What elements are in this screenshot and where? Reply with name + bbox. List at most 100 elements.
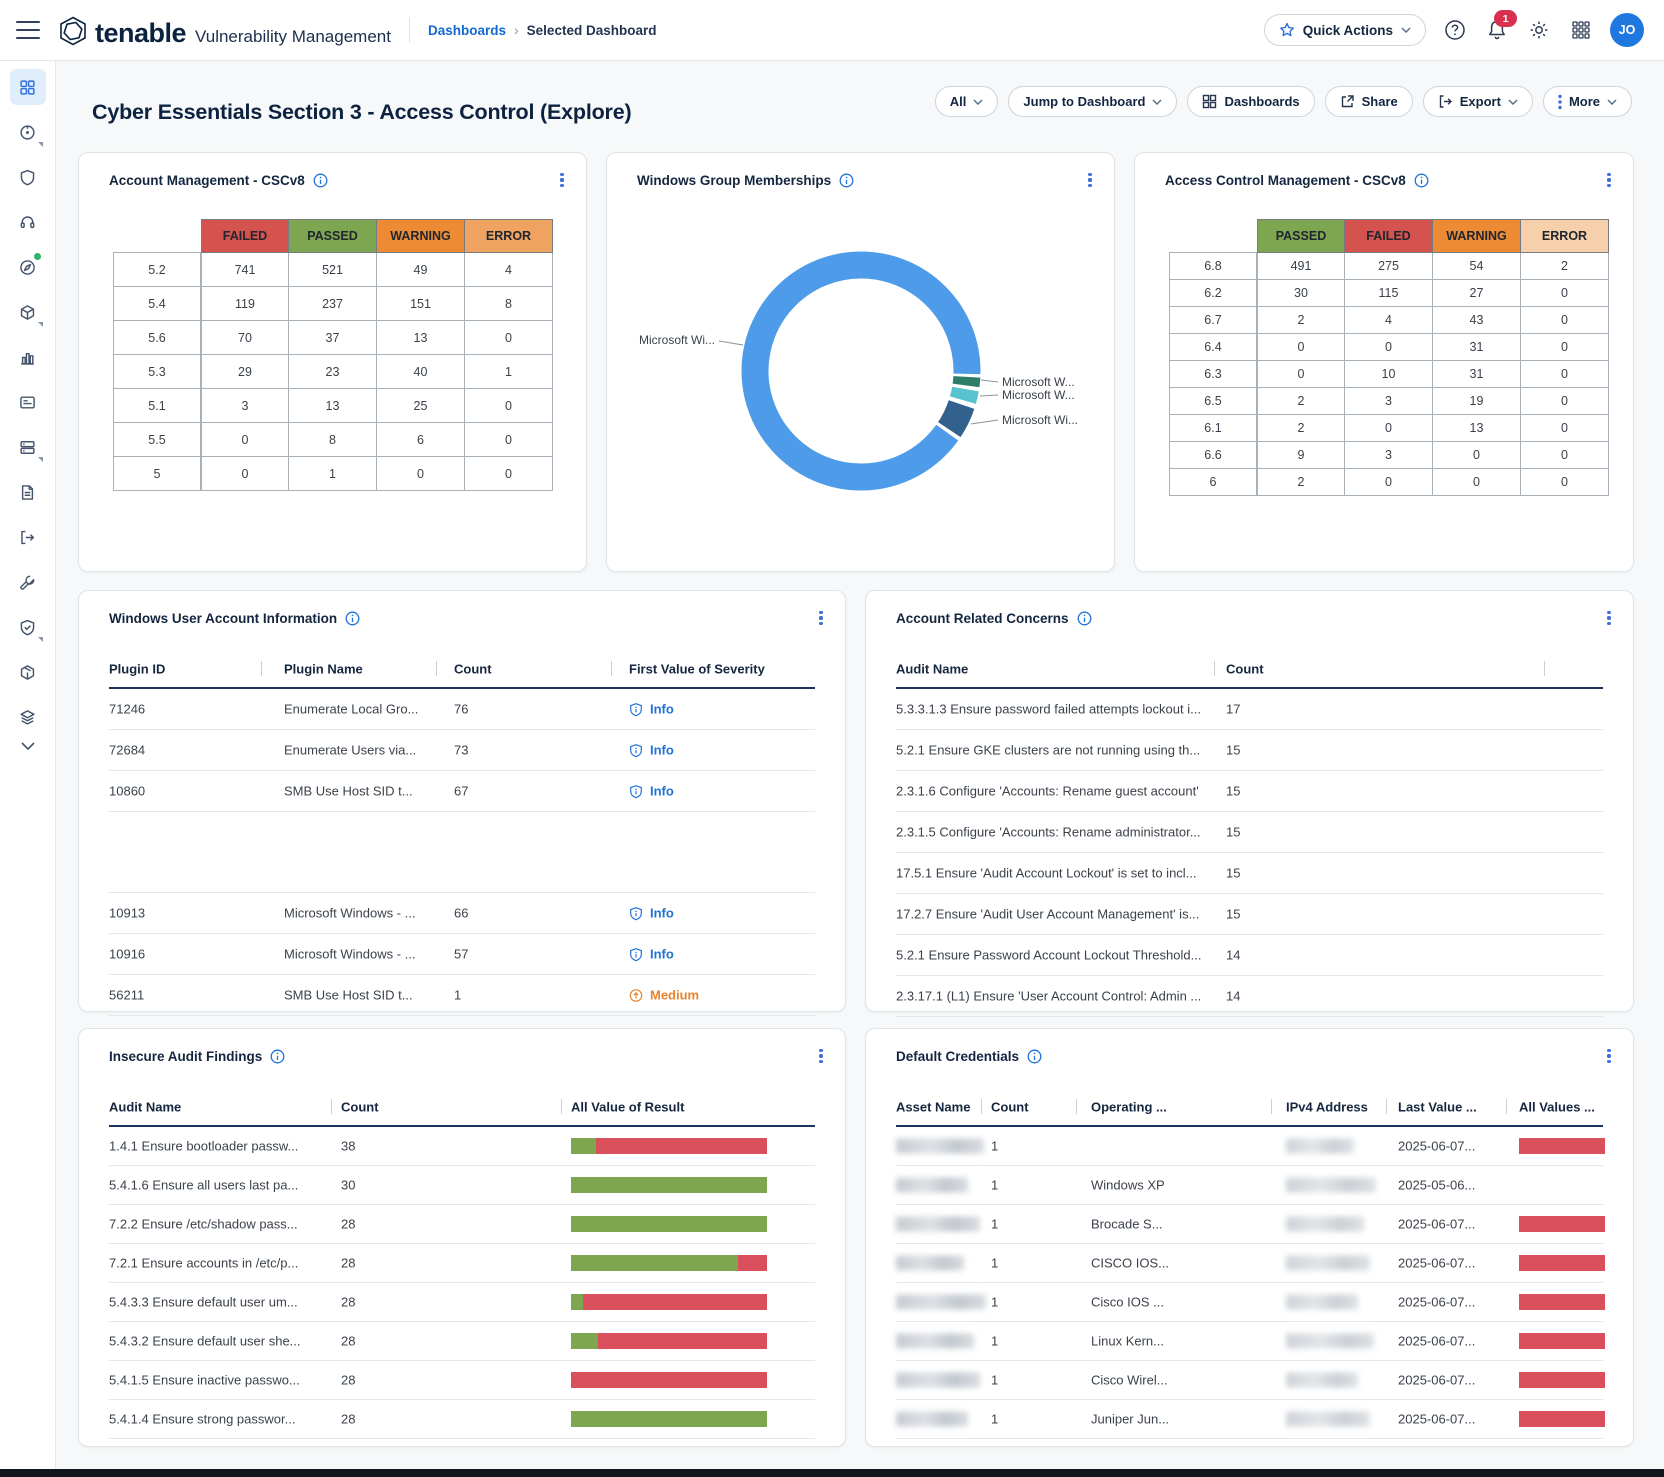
column-divider[interactable] [1271,1099,1272,1114]
matrix-value-cell[interactable]: 0 [465,321,553,355]
matrix-value-cell[interactable]: 8 [465,287,553,321]
matrix-value-cell[interactable]: 23 [289,355,377,389]
matrix-value-cell[interactable]: 0 [1521,442,1609,469]
column-divider[interactable] [436,661,437,676]
table-row[interactable]: 2.3.17.1 (L1) Ensure 'User Account Contr… [896,976,1603,1017]
matrix-value-cell[interactable]: 2 [1257,307,1345,334]
info-icon[interactable] [1414,173,1429,188]
matrix-value-cell[interactable]: 0 [1521,388,1609,415]
table-row[interactable]: 5.2.1 Ensure GKE clusters are not runnin… [896,730,1603,771]
info-icon[interactable] [270,1049,285,1064]
sidebar-collapse-chevron-icon[interactable] [10,742,46,750]
matrix-value-cell[interactable]: 491 [1257,253,1345,280]
matrix-value-cell[interactable]: 119 [201,287,289,321]
sidebar-item-metrics-bars[interactable] [10,339,46,375]
tenable-logo[interactable]: tenable Vulnerability Management [58,12,391,49]
user-avatar[interactable]: JO [1610,13,1644,47]
matrix-value-cell[interactable]: 0 [1433,442,1521,469]
table-row[interactable]: 1Cisco Wirel...2025-06-07... [896,1361,1603,1400]
table-row[interactable]: 5.2.1 Ensure Password Account Lockout Th… [896,935,1603,976]
matrix-value-cell[interactable]: 27 [1433,280,1521,307]
table-row[interactable]: 5.4.1.4 Ensure strong passwor...28 [109,1400,815,1439]
matrix-value-cell[interactable]: 0 [1433,469,1521,496]
severity-link[interactable]: Info [629,947,674,962]
widget-menu-kebab-icon[interactable] [1599,1046,1619,1066]
matrix-value-cell[interactable]: 151 [377,287,465,321]
table-row[interactable]: 71246Enumerate Local Gro...76Info [109,689,815,730]
more-button[interactable]: More [1543,86,1632,117]
matrix-value-cell[interactable]: 4 [1345,307,1433,334]
matrix-value-cell[interactable]: 237 [289,287,377,321]
app-grid-icon[interactable] [1568,17,1594,43]
matrix-value-cell[interactable]: 8 [289,423,377,457]
group-memberships-donut-chart[interactable]: Microsoft Wi...Microsoft W...Microsoft W… [607,153,1114,571]
column-divider[interactable] [261,661,262,676]
matrix-value-cell[interactable]: 0 [1257,361,1345,388]
matrix-value-cell[interactable]: 13 [377,321,465,355]
matrix-value-cell[interactable]: 13 [289,389,377,423]
matrix-value-cell[interactable]: 3 [1345,442,1433,469]
matrix-value-cell[interactable]: 0 [201,457,289,491]
table-row[interactable]: 10916Microsoft Windows - ...57Info [109,934,815,975]
table-row[interactable]: 72684Enumerate Users via...73Info [109,730,815,771]
sidebar-item-security-shield-check[interactable] [10,609,46,645]
sidebar-item-scans-compass[interactable] [10,249,46,285]
matrix-value-cell[interactable]: 2 [1257,469,1345,496]
widget-menu-kebab-icon[interactable] [811,608,831,628]
sidebar-item-layers-stack[interactable] [10,699,46,735]
table-row[interactable]: 10913Microsoft Windows - ...66Info [109,893,815,934]
info-icon[interactable] [313,173,328,188]
column-divider[interactable] [981,1099,982,1114]
matrix-value-cell[interactable]: 54 [1433,253,1521,280]
matrix-value-cell[interactable]: 0 [1345,415,1433,442]
matrix-value-cell[interactable]: 4 [465,253,553,287]
column-divider[interactable] [611,661,612,676]
column-divider[interactable] [561,1099,562,1114]
sidebar-item-tools-wrench[interactable] [10,564,46,600]
severity-link[interactable]: Info [629,743,674,758]
matrix-value-cell[interactable]: 37 [289,321,377,355]
table-row[interactable]: 5.4.1.6 Ensure all users last pa...30 [109,1166,815,1205]
dashboards-button[interactable]: Dashboards [1187,86,1314,117]
matrix-value-cell[interactable]: 40 [377,355,465,389]
table-row[interactable]: 1Cisco IOS ...2025-06-07... [896,1283,1603,1322]
sidebar-item-support-headset[interactable] [10,204,46,240]
table-row[interactable]: 5.4.3.2 Ensure default user she...28 [109,1322,815,1361]
table-row[interactable]: 17.5.1 Ensure 'Audit Account Lockout' is… [896,853,1603,894]
table-row[interactable]: 56211SMB Use Host SID t...1Medium [109,975,815,1016]
matrix-value-cell[interactable]: 13 [1433,415,1521,442]
matrix-value-cell[interactable]: 0 [1521,361,1609,388]
matrix-value-cell[interactable]: 49 [377,253,465,287]
table-row[interactable]: 1Windows XP2025-05-06... [896,1166,1603,1205]
share-button[interactable]: Share [1325,86,1413,117]
matrix-value-cell[interactable]: 30 [1257,280,1345,307]
matrix-value-cell[interactable]: 0 [1521,415,1609,442]
widget-menu-kebab-icon[interactable] [1080,170,1100,190]
sidebar-item-findings-shield[interactable] [10,159,46,195]
column-divider[interactable] [1386,1099,1387,1114]
matrix-value-cell[interactable]: 115 [1345,280,1433,307]
column-divider[interactable] [331,1099,332,1114]
info-icon[interactable] [345,611,360,626]
matrix-value-cell[interactable]: 0 [1257,334,1345,361]
matrix-value-cell[interactable]: 70 [201,321,289,355]
matrix-value-cell[interactable]: 0 [465,389,553,423]
table-row[interactable]: 10860SMB Use Host SID t...67Info [109,771,815,812]
matrix-value-cell[interactable]: 0 [1521,307,1609,334]
matrix-value-cell[interactable]: 0 [1345,334,1433,361]
table-row[interactable]: 2.3.1.5 Configure 'Accounts: Rename admi… [896,812,1603,853]
matrix-value-cell[interactable]: 3 [201,389,289,423]
widget-menu-kebab-icon[interactable] [552,170,572,190]
notifications-bell-icon[interactable]: 1 [1484,17,1510,43]
table-row[interactable]: 5.3.3.1.3 Ensure password failed attempt… [896,689,1603,730]
matrix-value-cell[interactable]: 9 [1257,442,1345,469]
table-row[interactable]: 7.2.1 Ensure accounts in /etc/p...28 [109,1244,815,1283]
table-row[interactable]: 2.3.1.6 Configure 'Accounts: Rename gues… [896,771,1603,812]
widget-menu-kebab-icon[interactable] [1599,608,1619,628]
table-row[interactable]: 1Brocade S...2025-06-07... [896,1205,1603,1244]
sidebar-item-license-card[interactable] [10,384,46,420]
settings-gear-icon[interactable] [1526,17,1552,43]
sidebar-item-export-arrow[interactable] [10,519,46,555]
matrix-value-cell[interactable]: 43 [1433,307,1521,334]
severity-link[interactable]: Medium [629,988,699,1003]
